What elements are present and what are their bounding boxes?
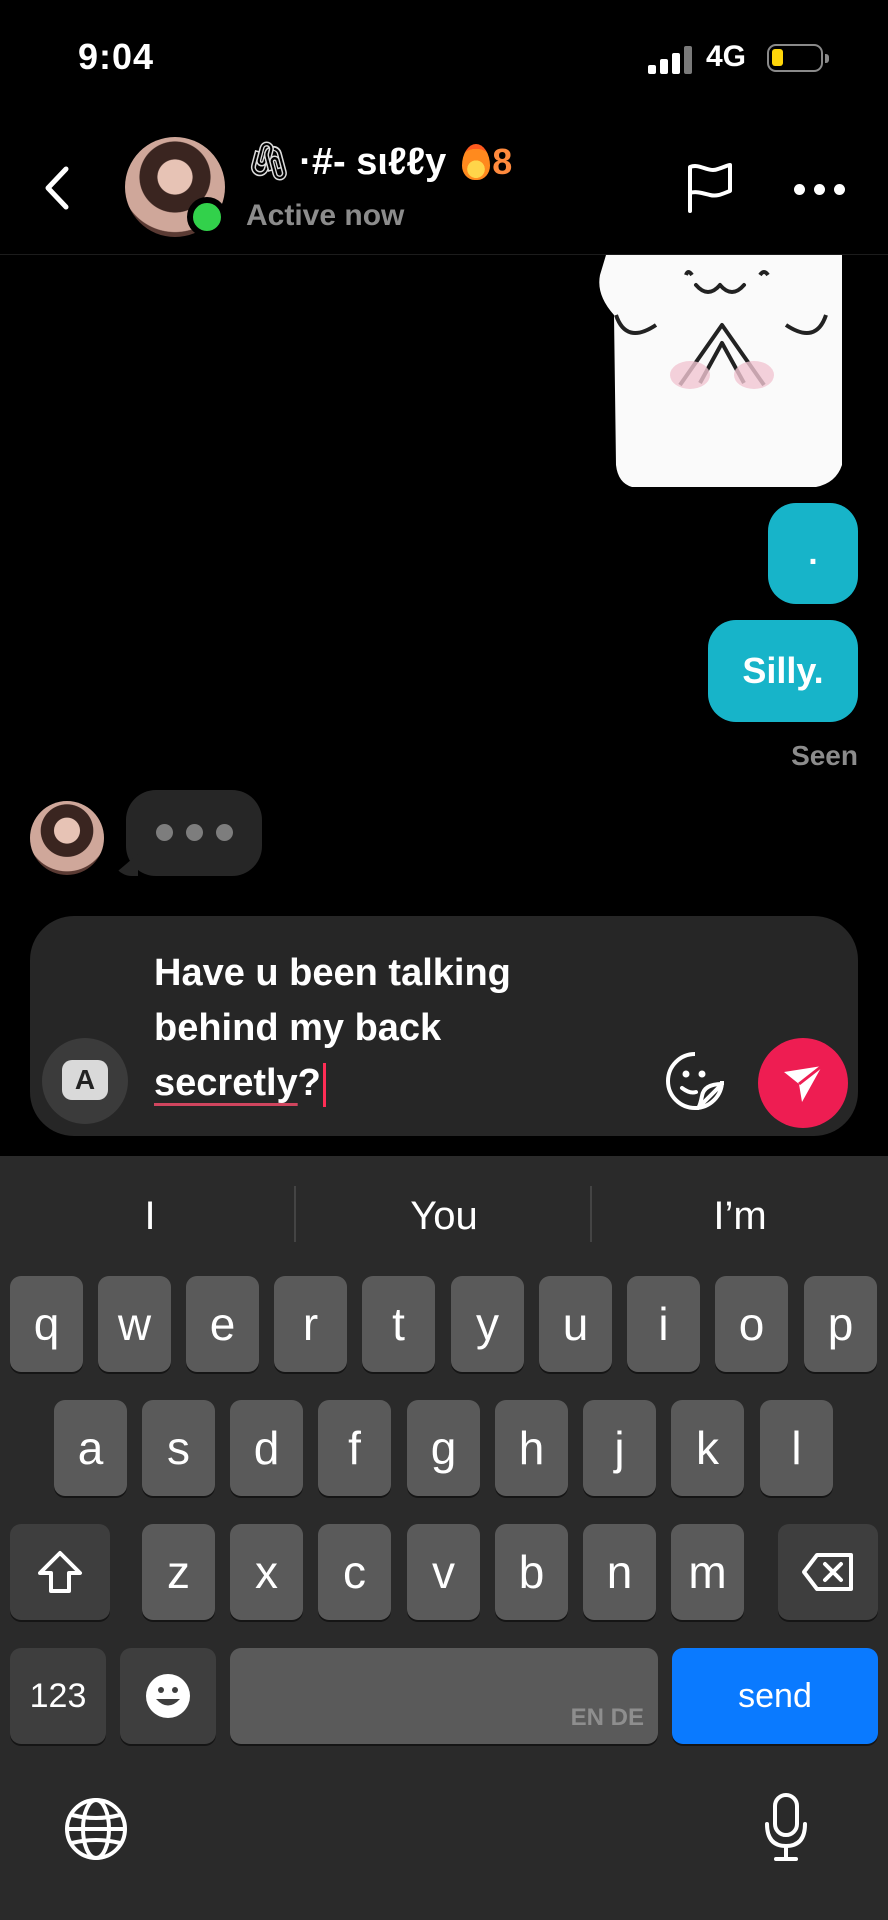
key[interactable]: w: [98, 1276, 171, 1372]
misspelled-word: secretly: [154, 1062, 298, 1104]
shift-key[interactable]: [10, 1524, 110, 1620]
key[interactable]: i: [627, 1276, 700, 1372]
key[interactable]: o: [715, 1276, 788, 1372]
key[interactable]: e: [186, 1276, 259, 1372]
message-input[interactable]: Have u been talking behind my back secre…: [154, 946, 584, 1111]
online-indicator: [187, 197, 227, 237]
key[interactable]: f: [318, 1400, 391, 1496]
key[interactable]: b: [495, 1524, 568, 1620]
network-label: 4G: [706, 40, 747, 73]
key[interactable]: m: [671, 1524, 744, 1620]
suggestion-item[interactable]: I’m: [630, 1194, 850, 1246]
key[interactable]: y: [451, 1276, 524, 1372]
key[interactable]: j: [583, 1400, 656, 1496]
key[interactable]: g: [407, 1400, 480, 1496]
key[interactable]: r: [274, 1276, 347, 1372]
key[interactable]: t: [362, 1276, 435, 1372]
message-line: behind my back: [154, 1007, 442, 1049]
globe-icon[interactable]: [63, 1796, 129, 1862]
battery-icon: [767, 44, 829, 72]
key[interactable]: d: [230, 1400, 303, 1496]
suggestion-divider: [590, 1186, 592, 1242]
outgoing-message[interactable]: .: [768, 503, 858, 604]
key[interactable]: v: [407, 1524, 480, 1620]
key[interactable]: n: [583, 1524, 656, 1620]
status-bar: 9:04 4G: [0, 0, 888, 115]
send-message-button[interactable]: [758, 1038, 848, 1128]
contact-name: ·#- sιℓℓy: [299, 140, 447, 183]
suggestion-divider: [294, 1186, 296, 1242]
microphone-icon[interactable]: [762, 1792, 810, 1864]
key[interactable]: h: [495, 1400, 568, 1496]
streak-badge: 8: [462, 141, 512, 183]
streak-count: 8: [492, 141, 513, 182]
key[interactable]: s: [142, 1400, 215, 1496]
emoji-key[interactable]: [120, 1648, 216, 1744]
message-punct: ?: [297, 1062, 321, 1104]
key[interactable]: z: [142, 1524, 215, 1620]
keyboard-switch-button[interactable]: A: [42, 1038, 128, 1124]
key[interactable]: k: [671, 1400, 744, 1496]
key[interactable]: p: [804, 1276, 877, 1372]
presence-status: Active now: [246, 199, 405, 232]
key[interactable]: x: [230, 1524, 303, 1620]
contact-avatar-small[interactable]: [30, 801, 104, 875]
sticker-icon[interactable]: [664, 1050, 726, 1112]
status-time: 9:04: [78, 36, 155, 77]
message-line: Have u been talking: [154, 952, 511, 994]
delete-key[interactable]: [778, 1524, 878, 1620]
key[interactable]: c: [318, 1524, 391, 1620]
suggestion-item[interactable]: You: [334, 1194, 554, 1246]
keyboard-send-key[interactable]: send: [672, 1648, 878, 1744]
system-keyboard: I You I’m q w e r t y u i o p a s d f g …: [0, 1156, 888, 1920]
typing-indicator: [112, 790, 262, 876]
message-composer[interactable]: A Have u been talking behind my back sec…: [30, 916, 858, 1136]
key[interactable]: q: [10, 1276, 83, 1372]
key[interactable]: a: [54, 1400, 127, 1496]
shift-icon: [38, 1551, 82, 1593]
outgoing-message[interactable]: Silly.: [708, 620, 858, 722]
paper-plane-icon: [784, 1064, 823, 1102]
seen-receipt: Seen: [791, 740, 858, 771]
paperclip-icon: 🖇: [245, 141, 294, 183]
text-caret: [322, 1062, 326, 1107]
flag-icon[interactable]: [684, 161, 734, 215]
contact-name-row[interactable]: 🖇 ·#- sιℓℓy 8: [245, 135, 512, 189]
suggestion-item[interactable]: I: [40, 1194, 260, 1246]
key[interactable]: l: [760, 1400, 833, 1496]
chat-header: 🖇 ·#- sιℓℓy 8 Active now: [0, 115, 888, 255]
back-icon[interactable]: [38, 163, 78, 213]
cat-sticker[interactable]: [596, 255, 846, 487]
key[interactable]: u: [539, 1276, 612, 1372]
backspace-icon: [802, 1553, 853, 1591]
space-key[interactable]: EN DE: [230, 1648, 658, 1744]
numbers-key[interactable]: 123: [10, 1648, 106, 1744]
emoji-icon: [146, 1674, 190, 1718]
more-options-icon[interactable]: [792, 181, 846, 197]
signal-icon: [648, 46, 694, 74]
fire-icon: [462, 144, 491, 180]
keyboard-switch-label: A: [62, 1060, 108, 1100]
